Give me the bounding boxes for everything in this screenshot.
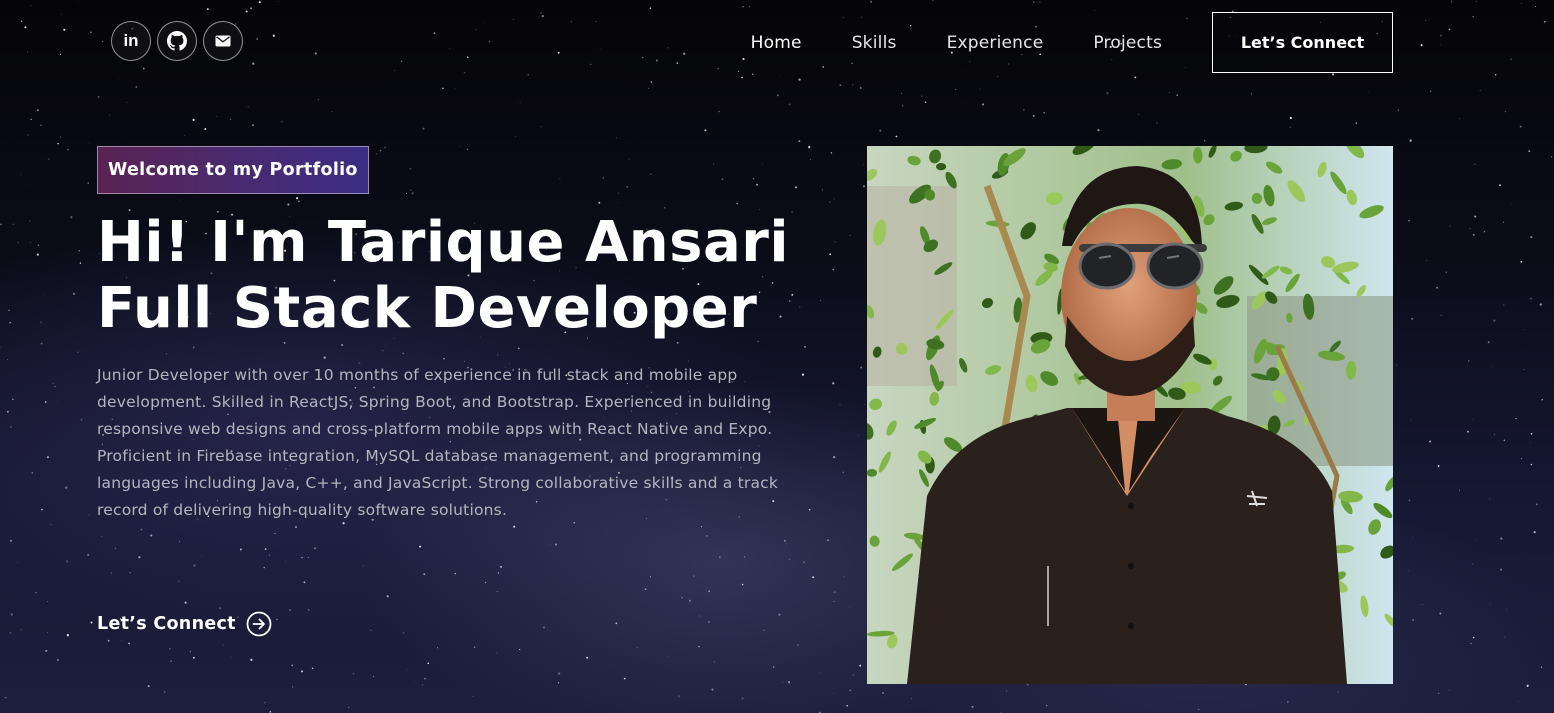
- github-icon: [167, 31, 187, 51]
- profile-photo: [867, 146, 1393, 684]
- hero-headline: Hi! I'm Tarique Ansari Full Stack Develo…: [97, 210, 789, 342]
- main-nav: Home Skills Experience Projects Let’s Co…: [751, 12, 1393, 73]
- hero-bio: Junior Developer with over 10 months of …: [97, 366, 779, 519]
- lets-connect-hero-button[interactable]: Let’s Connect: [97, 611, 272, 637]
- mail-icon: [215, 35, 231, 47]
- github-button[interactable]: [157, 21, 197, 61]
- nav-experience[interactable]: Experience: [947, 33, 1044, 53]
- nav-home[interactable]: Home: [751, 33, 802, 53]
- nav-projects[interactable]: Projects: [1093, 33, 1162, 53]
- email-button[interactable]: [203, 21, 243, 61]
- tagline-badge: Welcome to my Portfolio: [97, 146, 369, 194]
- lets-connect-label: Let’s Connect: [97, 614, 236, 634]
- nav-skills[interactable]: Skills: [852, 33, 897, 53]
- social-links: in: [111, 21, 243, 61]
- linkedin-button[interactable]: in: [111, 21, 151, 61]
- lets-connect-nav-button[interactable]: Let’s Connect: [1212, 12, 1393, 73]
- arrow-right-circle-icon: [246, 611, 272, 637]
- linkedin-icon: in: [123, 31, 139, 50]
- headline-name: Hi! I'm Tarique Ansari: [97, 210, 790, 275]
- headline-role: Full Stack Developer: [97, 276, 758, 341]
